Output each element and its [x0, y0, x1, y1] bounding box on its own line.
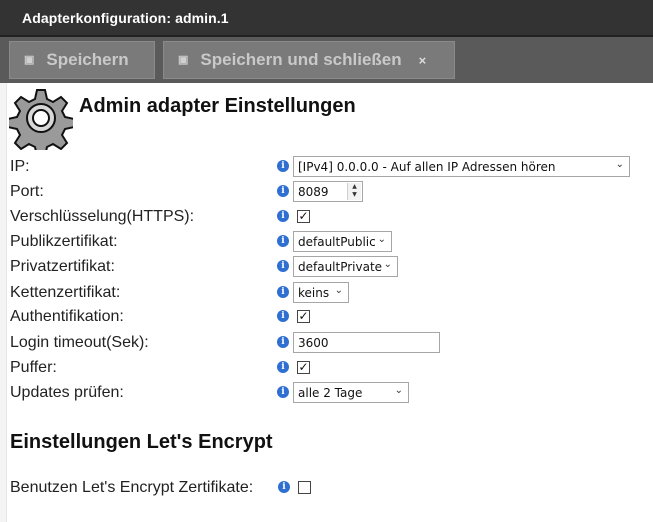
section-heading-admin: Admin adapter Einstellungen: [79, 95, 356, 117]
field-row-auth: Authentifikation: i ✓: [0, 306, 653, 331]
field-row-buffer: Puffer: i ✓: [0, 357, 653, 382]
info-icon[interactable]: i: [277, 260, 289, 272]
chain-cert-value: keins: [298, 285, 330, 300]
floppy-disk-icon: ▣: [178, 53, 189, 66]
info-icon[interactable]: i: [277, 336, 289, 348]
field-row-ip: IP: i [IPv4] 0.0.0.0 - Auf allen IP Adre…: [0, 156, 653, 181]
port-label: Port:: [10, 183, 44, 200]
private-cert-value: defaultPrivate: [298, 259, 383, 274]
private-cert-label: Privatzertifikat:: [10, 258, 115, 275]
field-row-port: Port: i 8089 ▲ ▼: [0, 181, 653, 206]
public-cert-value: defaultPublic: [298, 234, 376, 249]
window-title: Adapterkonfiguration: admin.1: [22, 10, 229, 26]
letsencrypt-label: Benutzen Let's Encrypt Zertifikate:: [10, 479, 254, 496]
chevron-down-icon: ⌄: [394, 385, 403, 396]
info-icon[interactable]: i: [278, 481, 290, 493]
toolbar: ▣ Speichern ▣ Speichern und schließen ×: [0, 37, 653, 83]
public-cert-label: Publikzertifikat:: [10, 233, 118, 250]
chevron-down-icon: ⌄: [377, 234, 386, 245]
field-row-public-cert: Publikzertifikat: i defaultPublic ⌄: [0, 231, 653, 256]
letsencrypt-checkbox[interactable]: [298, 481, 311, 494]
save-and-close-button[interactable]: ▣ Speichern und schließen ×: [163, 41, 455, 79]
field-row-updates: Updates prüfen: i alle 2 Tage ⌄: [0, 382, 653, 407]
info-icon[interactable]: i: [277, 286, 289, 298]
port-value: 8089: [298, 184, 329, 199]
chevron-down-icon: ⌄: [334, 285, 343, 296]
field-row-chain-cert: Kettenzertifikat: i keins ⌄: [0, 282, 653, 307]
buffer-label: Puffer:: [10, 359, 57, 376]
buffer-checkbox[interactable]: ✓: [297, 361, 310, 374]
auth-checkbox[interactable]: ✓: [297, 310, 310, 323]
chain-cert-label: Kettenzertifikat:: [10, 284, 121, 301]
close-icon: ×: [418, 52, 427, 68]
auth-label: Authentifikation:: [10, 308, 124, 325]
section-heading-letsencrypt: Einstellungen Let's Encrypt: [10, 431, 273, 453]
private-cert-select[interactable]: defaultPrivate ⌄: [293, 256, 398, 277]
ip-select-value: [IPv4] 0.0.0.0 - Auf allen IP Adressen h…: [298, 159, 556, 174]
updates-value: alle 2 Tage: [298, 385, 363, 400]
login-timeout-value: 3600: [298, 335, 329, 350]
save-button[interactable]: ▣ Speichern: [9, 41, 155, 79]
number-spinner[interactable]: ▲ ▼: [347, 183, 361, 200]
public-cert-select[interactable]: defaultPublic ⌄: [293, 231, 392, 252]
info-icon[interactable]: i: [277, 386, 289, 398]
ip-label: IP:: [10, 158, 30, 175]
info-icon[interactable]: i: [277, 160, 289, 172]
ip-select[interactable]: [IPv4] 0.0.0.0 - Auf allen IP Adressen h…: [293, 156, 630, 177]
info-icon[interactable]: i: [277, 361, 289, 373]
spin-down-icon[interactable]: ▼: [348, 191, 361, 199]
login-timeout-input[interactable]: 3600: [293, 332, 440, 353]
floppy-disk-icon: ▣: [24, 53, 35, 66]
save-button-label: Speichern: [46, 50, 129, 69]
info-icon[interactable]: i: [277, 235, 289, 247]
info-icon[interactable]: i: [277, 185, 289, 197]
chevron-down-icon: ⌄: [615, 159, 624, 170]
field-row-private-cert: Privatzertifikat: i defaultPrivate ⌄: [0, 256, 653, 281]
info-icon[interactable]: i: [277, 310, 289, 322]
field-row-https: Verschlüsselung(HTTPS): i ✓: [0, 206, 653, 231]
info-icon[interactable]: i: [277, 210, 289, 222]
https-label: Verschlüsselung(HTTPS):: [10, 208, 195, 225]
spin-up-icon[interactable]: ▲: [348, 183, 361, 191]
login-timeout-label: Login timeout(Sek):: [10, 334, 149, 351]
save-and-close-label: Speichern und schließen: [200, 50, 402, 69]
window-titlebar: Adapterkonfiguration: admin.1: [0, 0, 653, 37]
chain-cert-select[interactable]: keins ⌄: [293, 282, 349, 303]
updates-label: Updates prüfen:: [10, 384, 124, 401]
field-row-letsencrypt: Benutzen Let's Encrypt Zertifikate: i: [0, 477, 653, 502]
gear-icon: [9, 89, 73, 150]
https-checkbox[interactable]: ✓: [297, 210, 310, 223]
chevron-down-icon: ⌄: [383, 259, 392, 270]
port-input[interactable]: 8089 ▲ ▼: [293, 181, 363, 202]
field-row-login-timeout: Login timeout(Sek): i 3600: [0, 332, 653, 357]
updates-select[interactable]: alle 2 Tage ⌄: [293, 382, 409, 403]
